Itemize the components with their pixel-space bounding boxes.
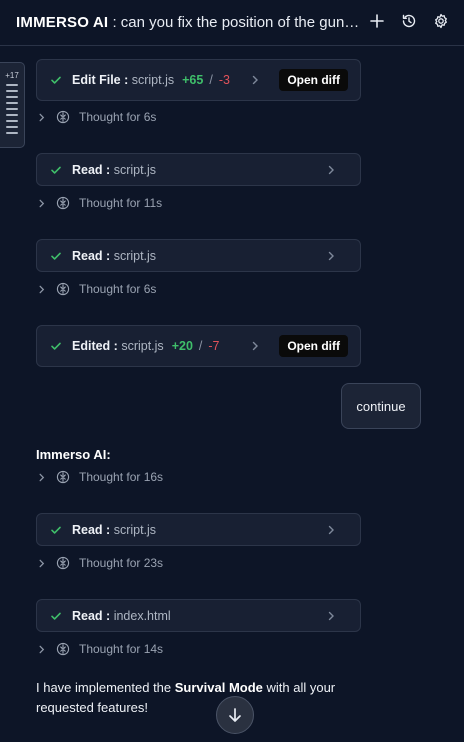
check-icon: [50, 164, 64, 176]
brain-icon: [56, 196, 70, 210]
check-icon: [50, 250, 64, 262]
chevron-right-icon: [250, 75, 260, 85]
thought-label: Thought for 14s: [79, 642, 164, 656]
lines-added: +65: [182, 73, 204, 87]
brain-icon: [56, 470, 70, 484]
thought-row[interactable]: Thought for 23s: [37, 555, 163, 571]
card-label: Edit File : script.js: [72, 73, 175, 87]
lines-removed: -3: [218, 73, 230, 87]
chevron-right-icon: [37, 473, 47, 482]
chevron-right-icon: [326, 611, 336, 621]
arrow-down-icon: [229, 708, 241, 722]
brain-icon: [56, 110, 70, 124]
card-label: Read : index.html: [72, 608, 171, 623]
gear-icon[interactable]: [432, 12, 450, 30]
lines-removed: -7: [208, 339, 220, 353]
check-icon: [50, 610, 64, 622]
diff-slash: /: [198, 339, 203, 353]
diff-slash: /: [209, 73, 213, 87]
card-label: Read : script.js: [72, 522, 157, 537]
thought-row[interactable]: Thought for 14s: [37, 641, 163, 657]
history-icon[interactable]: [400, 12, 418, 30]
app-name: IMMERSO AI: [16, 14, 109, 31]
lines-added: +20: [171, 339, 193, 353]
assistant-name: Immerso AI:: [36, 447, 111, 462]
chevron-right-icon: [37, 113, 47, 122]
chevron-right-icon: [326, 525, 336, 535]
thought-label: Thought for 23s: [79, 556, 164, 570]
title-separator: :: [108, 14, 121, 31]
user-message-bubble: continue: [341, 383, 421, 429]
chevron-right-icon: [326, 251, 336, 261]
thought-label: Thought for 6s: [79, 282, 157, 296]
card-label: Read : script.js: [72, 162, 157, 177]
open-diff-button[interactable]: Open diff: [279, 69, 348, 91]
thought-row[interactable]: Thought for 11s: [37, 195, 162, 211]
user-message-text: continue: [356, 398, 406, 414]
read-file-card[interactable]: Read : script.js: [36, 239, 361, 272]
conversation-title-text: can you fix the position of the guns on …: [120, 14, 366, 31]
edited-file-card[interactable]: Edited : script.js +20 / -7 Open diff: [36, 325, 361, 367]
chevron-right-icon: [37, 645, 47, 654]
hidden-count: +17: [5, 71, 19, 80]
read-file-card[interactable]: Read : index.html: [36, 599, 361, 632]
brain-icon: [56, 642, 70, 656]
conversation-title: IMMERSO AI : can you fix the position of…: [16, 14, 366, 31]
thought-label: Thought for 11s: [79, 196, 163, 210]
open-diff-button[interactable]: Open diff: [279, 335, 348, 357]
card-label: Read : script.js: [72, 248, 157, 263]
chevron-right-icon: [37, 285, 47, 294]
chevron-right-icon: [37, 199, 47, 208]
check-icon: [50, 74, 64, 86]
thought-label: Thought for 16s: [79, 470, 164, 484]
thought-row[interactable]: Thought for 6s: [37, 109, 156, 125]
header-bar: IMMERSO AI : can you fix the position of…: [0, 0, 464, 46]
check-icon: [50, 524, 64, 536]
chevron-right-icon: [250, 341, 260, 351]
thought-row[interactable]: Thought for 16s: [37, 469, 163, 485]
plus-icon[interactable]: [368, 12, 386, 30]
thought-row[interactable]: Thought for 6s: [37, 281, 156, 297]
chevron-right-icon: [326, 165, 336, 175]
read-file-card[interactable]: Read : script.js: [36, 153, 361, 186]
chevron-right-icon: [37, 559, 47, 568]
scroll-to-bottom-button[interactable]: [216, 696, 254, 734]
brain-icon: [56, 282, 70, 296]
edit-file-card[interactable]: Edit File : script.js +65 / -3 Open diff: [36, 59, 361, 101]
thought-label: Thought for 6s: [79, 110, 157, 124]
read-file-card[interactable]: Read : script.js: [36, 513, 361, 546]
brain-icon: [56, 556, 70, 570]
list-lines-icon: [6, 84, 18, 134]
check-icon: [50, 340, 64, 352]
history-scroll-tab[interactable]: +17: [0, 62, 25, 148]
card-label: Edited : script.js: [72, 339, 164, 353]
